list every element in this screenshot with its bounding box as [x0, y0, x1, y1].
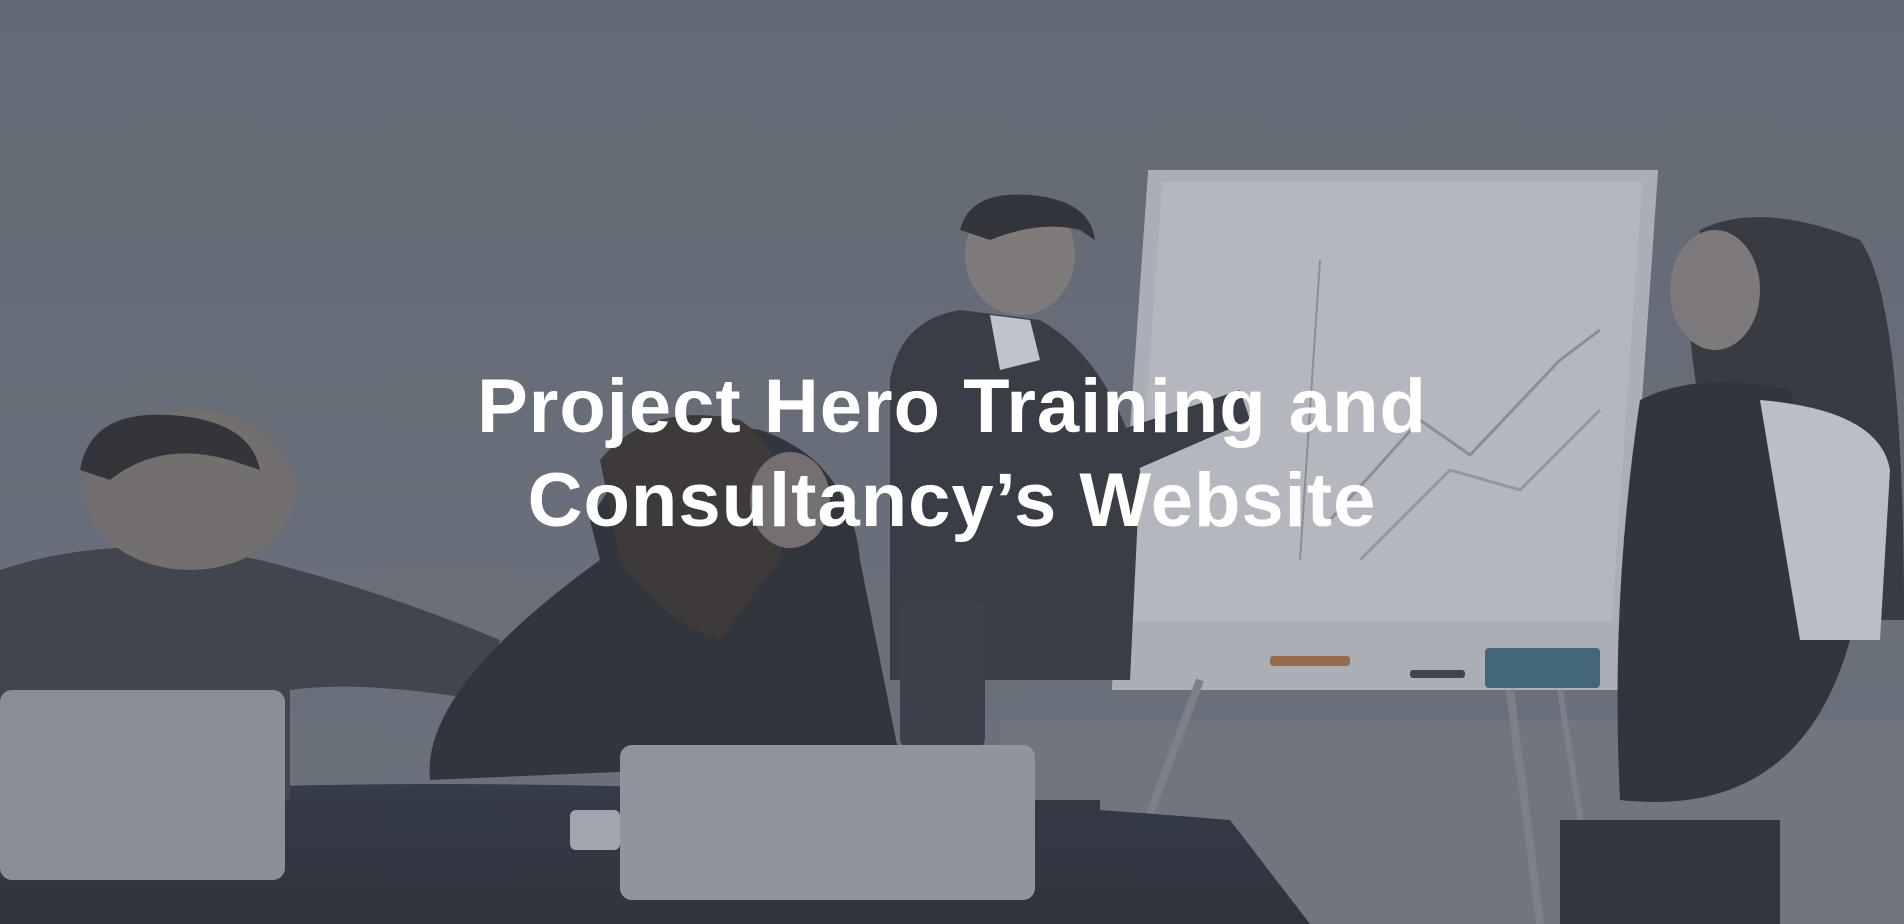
hero-title: Project Hero Training and Consultancy’s … [0, 360, 1904, 548]
hero-section: Project Hero Training and Consultancy’s … [0, 0, 1904, 924]
hero-title-line-1: Project Hero Training and [477, 364, 1427, 449]
hero-title-line-2: Consultancy’s Website [527, 458, 1377, 543]
